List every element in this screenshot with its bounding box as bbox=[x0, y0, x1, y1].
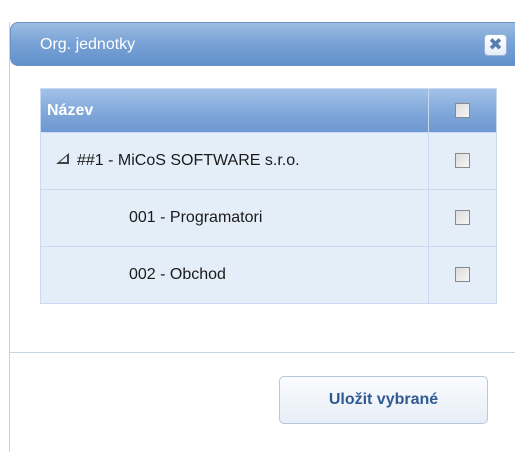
save-selected-button[interactable]: Uložit vybrané bbox=[279, 376, 488, 424]
tree-node-cell: ##1 - MiCoS SOFTWARE s.r.o. bbox=[39, 132, 430, 190]
close-button[interactable]: ✖ bbox=[484, 34, 507, 56]
tree-node-label: ##1 - MiCoS SOFTWARE s.r.o. bbox=[77, 152, 300, 169]
row-checkbox[interactable] bbox=[455, 210, 471, 226]
column-header-select-all bbox=[428, 88, 497, 133]
tree-node-label: 001 - Programatori bbox=[129, 209, 263, 226]
footer-divider bbox=[10, 352, 515, 353]
table-row[interactable]: ##1 - MiCoS SOFTWARE s.r.o. bbox=[39, 132, 497, 190]
tree-node-label: 002 - Obchod bbox=[129, 266, 226, 283]
select-all-checkbox[interactable] bbox=[455, 102, 471, 118]
tree-node-cell: 002 - Obchod bbox=[39, 246, 430, 304]
org-units-dialog: Org. jednotky ✖ Název ##1 - MiCoS SOFTWA… bbox=[9, 22, 515, 452]
row-check-cell bbox=[428, 246, 497, 304]
grid-header-row: Název bbox=[39, 88, 497, 133]
column-header-name[interactable]: Název bbox=[39, 88, 430, 133]
row-check-cell bbox=[428, 189, 497, 247]
close-icon: ✖ bbox=[488, 35, 503, 54]
dialog-title: Org. jednotky bbox=[40, 36, 136, 53]
table-row[interactable]: 001 - Programatori bbox=[39, 189, 497, 247]
expand-triangle-icon[interactable] bbox=[56, 153, 69, 165]
tree-node-cell: 001 - Programatori bbox=[39, 189, 430, 247]
table-row[interactable]: 002 - Obchod bbox=[39, 246, 497, 304]
row-check-cell bbox=[428, 132, 497, 190]
row-checkbox[interactable] bbox=[455, 153, 471, 169]
row-checkbox[interactable] bbox=[455, 267, 471, 283]
org-units-grid: Název ##1 - MiCoS SOFTWARE s.r.o. 001 - … bbox=[39, 88, 497, 304]
dialog-titlebar[interactable]: Org. jednotky ✖ bbox=[10, 22, 515, 66]
